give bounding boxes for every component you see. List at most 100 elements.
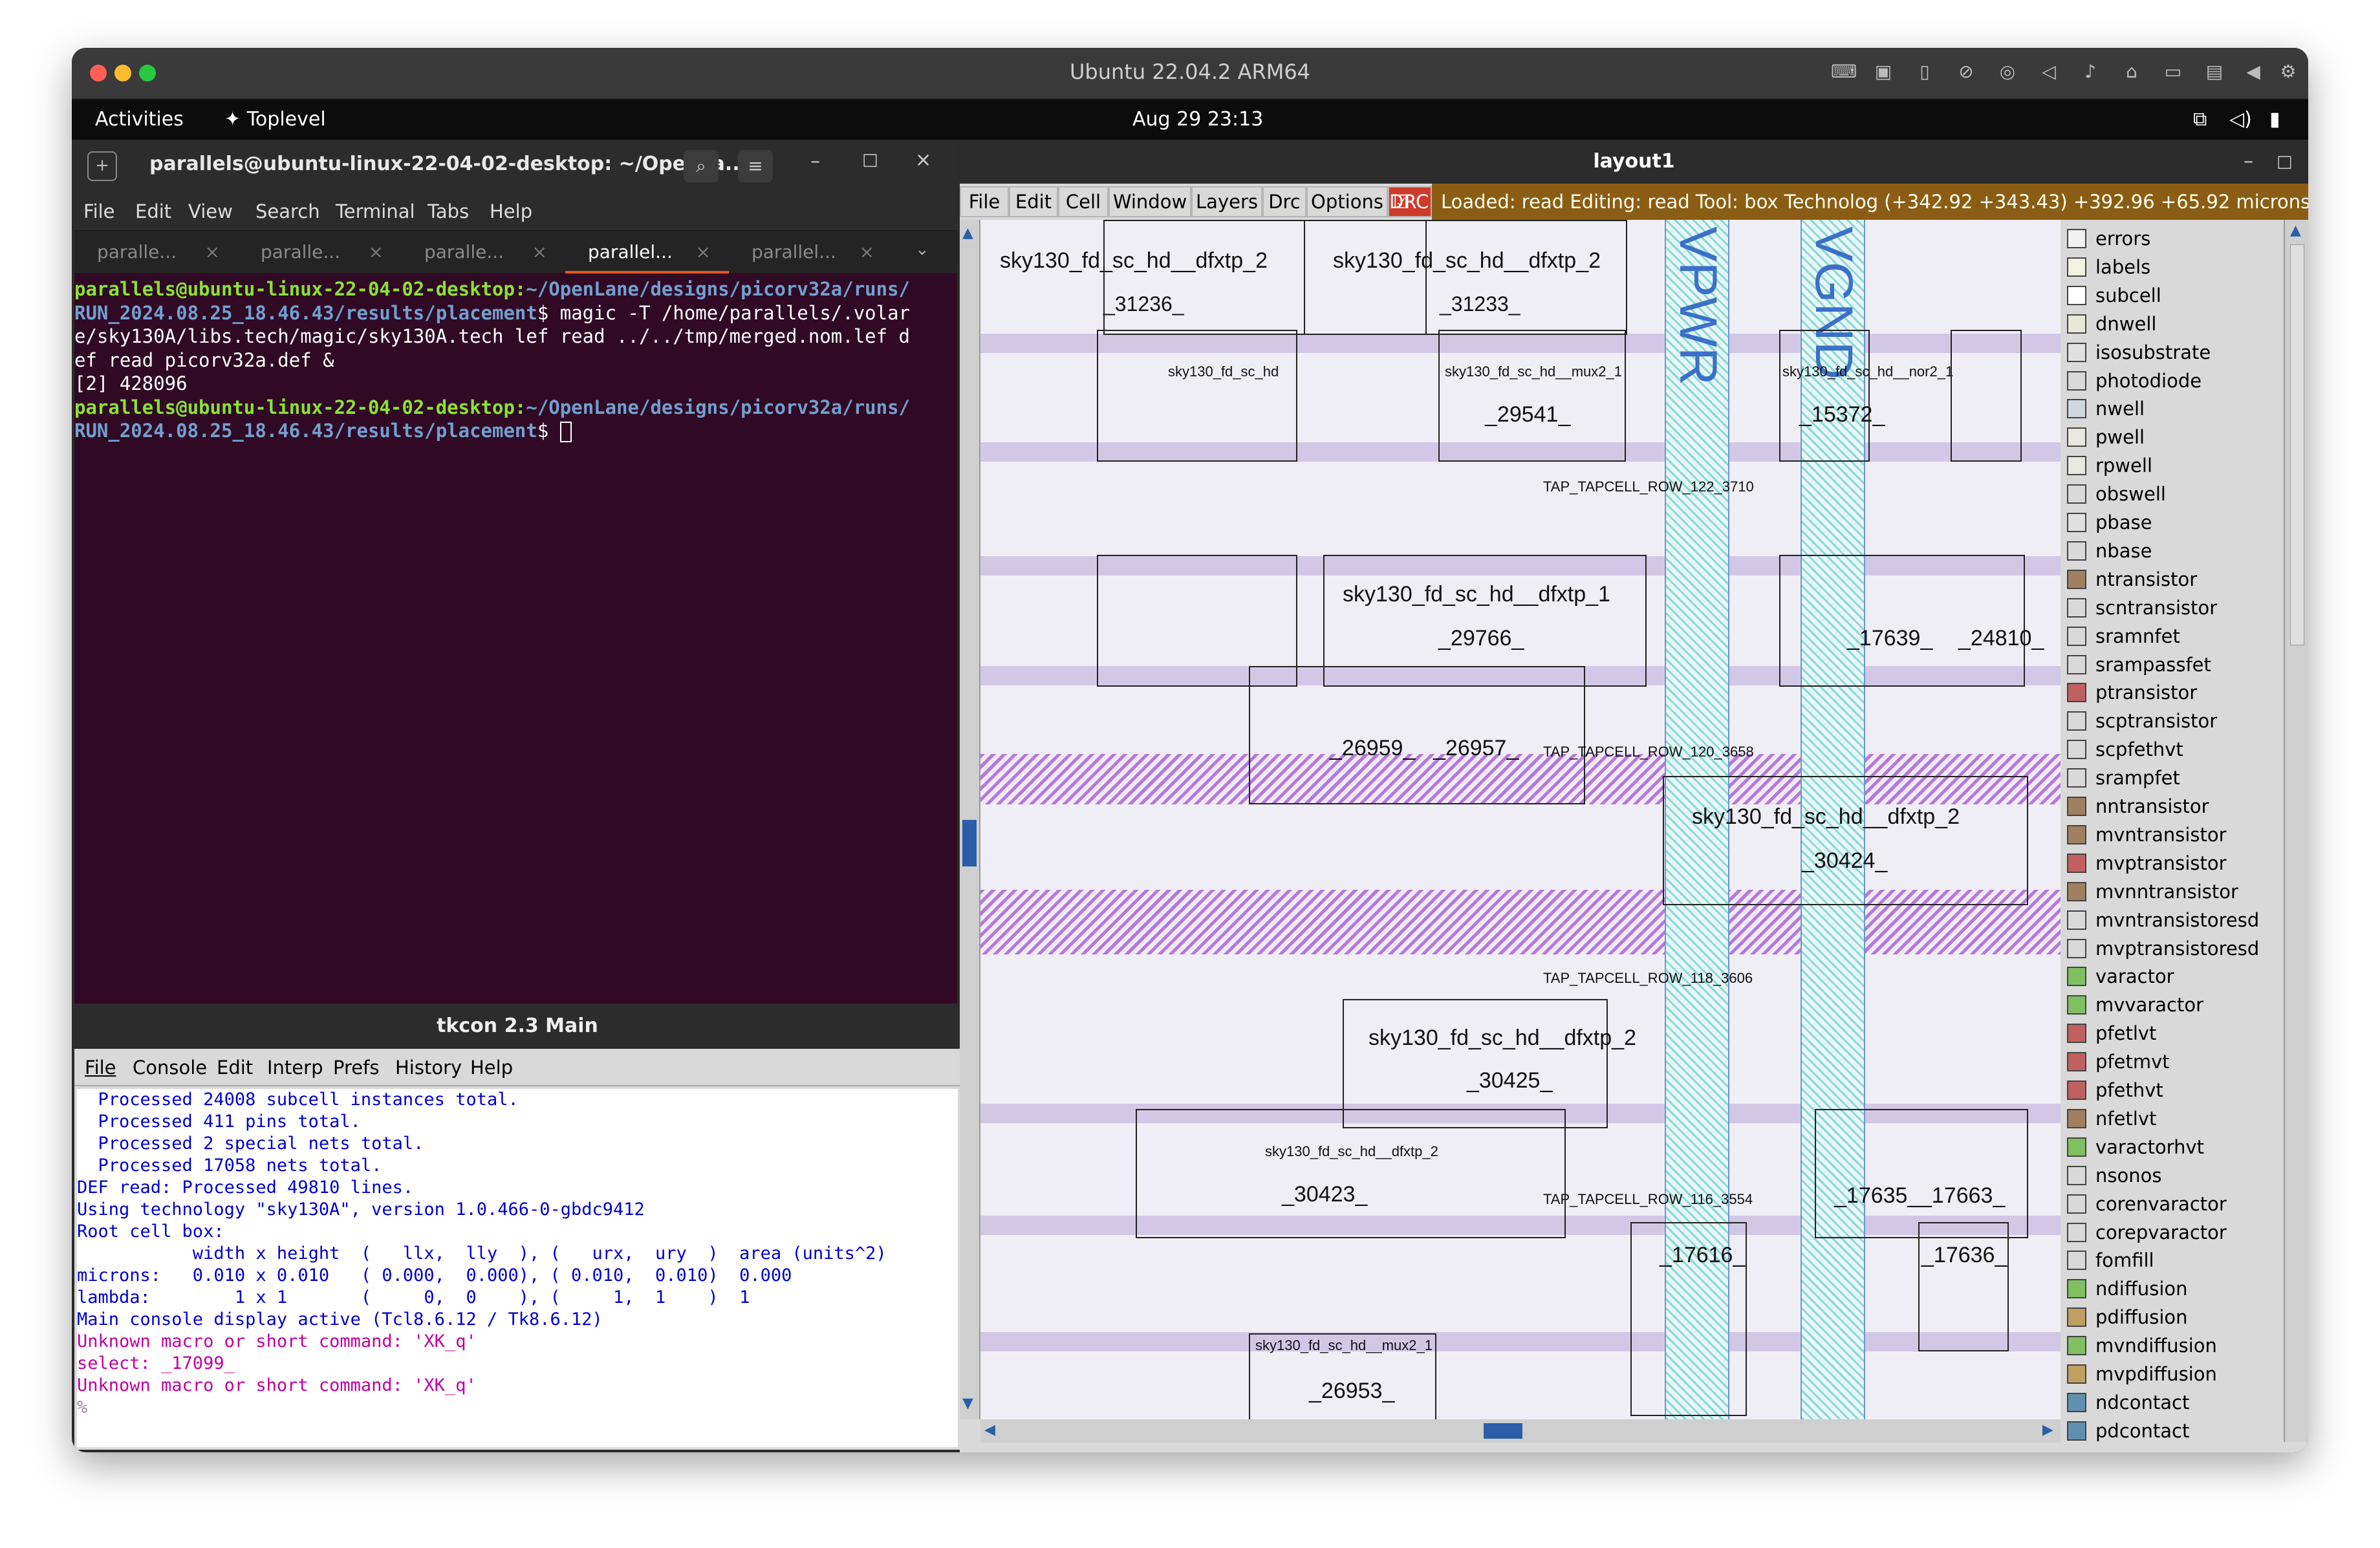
activities-button[interactable]: Activities [95,108,184,131]
microphone-icon[interactable]: ♪ [2079,61,2101,83]
speaker-icon[interactable]: ◁ [2038,61,2060,83]
layout-canvas[interactable]: VPWR VGND sky130_fd_sc_hd__dfxtp_2 _3123… [980,220,2061,1419]
hamburger-menu-icon[interactable]: ≡ [738,150,773,182]
layer-item-errors[interactable]: errors [2067,226,2280,251]
layer-item-mvntransistor[interactable]: mvntransistor [2067,822,2280,847]
network-icon[interactable]: ⧉ [2193,108,2207,131]
app-menu[interactable]: ✦ Toplevel [224,108,326,131]
close-tab-icon[interactable]: × [532,231,547,274]
maximize-icon[interactable]: □ [2277,140,2293,184]
layer-item-nbase[interactable]: nbase [2067,539,2280,563]
drc-toggle[interactable]: ☑ DRC [1388,186,1432,217]
std-cell[interactable] [1663,776,2028,905]
menu-view[interactable]: View [188,200,233,222]
layer-item-nwell[interactable]: nwell [2067,396,2280,421]
tk-menu-edit[interactable]: Edit [217,1057,253,1079]
tk-menu-history[interactable]: History [395,1057,462,1079]
layer-item-sramnfet[interactable]: sramnfet [2067,624,2280,649]
menu-tabs[interactable]: Tabs [427,200,469,222]
scroll-thumb[interactable] [962,820,977,866]
back-icon[interactable]: ◀ [2242,61,2264,83]
chevron-down-icon[interactable]: ⌄ [915,240,929,259]
close-tab-icon[interactable]: × [860,231,874,274]
menu-edit[interactable]: Edit [135,200,171,222]
layout-menu-window[interactable]: Window [1109,186,1191,217]
camera-off-icon[interactable]: ⊘ [1955,61,1977,83]
layout-menu-file[interactable]: File [960,186,1009,217]
layer-item-pbase[interactable]: pbase [2067,510,2280,535]
layer-item-mvvaractor[interactable]: mvvaractor [2067,993,2280,1017]
menu-terminal[interactable]: Terminal [336,200,415,222]
usb-icon[interactable]: ▯ [1914,61,1936,83]
layer-item-scpfethvt[interactable]: scpfethvt [2067,737,2280,762]
tk-menu-help[interactable]: Help [470,1057,513,1079]
scroll-left-icon[interactable]: ◀ [984,1422,995,1438]
layer-item-pfetmvt[interactable]: pfetmvt [2067,1049,2280,1074]
layout-menu-drc[interactable]: Drc [1262,186,1306,217]
layer-item-photodiode[interactable]: photodiode [2067,369,2280,393]
layer-item-mvptransistoresd[interactable]: mvptransistoresd [2067,936,2280,961]
layer-item-ptransistor[interactable]: ptransistor [2067,680,2280,705]
tk-menu-console[interactable]: Console [133,1057,207,1079]
layer-scrollbar[interactable]: ▲ [2284,220,2308,1442]
terminal-tab-active[interactable]: parallel... × [565,231,729,274]
search-icon[interactable]: ⌕ [684,150,719,182]
layer-item-nfetlvt[interactable]: nfetlvt [2067,1106,2280,1131]
layout-menu-edit[interactable]: Edit [1009,186,1058,217]
globe-icon[interactable]: ◎ [1996,61,2018,83]
layer-item-ndcontact[interactable]: ndcontact [2067,1390,2280,1415]
tk-menu-interp[interactable]: Interp [267,1057,323,1079]
std-cell[interactable] [1097,330,1297,462]
std-cell[interactable] [1951,330,2022,462]
layer-item-subcell[interactable]: subcell [2067,283,2280,308]
vertical-scrollbar[interactable]: ▲ ▼ [960,220,980,1419]
layout-menu-cell[interactable]: Cell [1058,186,1109,217]
layer-item-rpwell[interactable]: rpwell [2067,453,2280,478]
terminal-tab[interactable]: paralle... × [74,231,238,274]
layer-item-pdcontact[interactable]: pdcontact [2067,1419,2280,1443]
video-icon[interactable]: ▭ [2162,61,2184,83]
minimize-icon[interactable]: – [2244,140,2253,184]
layer-item-scntransistor[interactable]: scntransistor [2067,596,2280,620]
layer-item-corenvaractor[interactable]: corenvaractor [2067,1192,2280,1216]
tkcon-console[interactable]: Processed 24008 subcell instances total.… [77,1089,958,1447]
std-cell[interactable] [1249,666,1585,804]
disk-icon[interactable]: ⌂ [2121,61,2143,83]
scroll-up-icon[interactable]: ▲ [2290,222,2301,239]
layout-menu-layers[interactable]: Layers [1191,186,1262,217]
minimize-icon[interactable]: – [810,150,820,173]
scroll-right-icon[interactable]: ▶ [2042,1422,2053,1438]
layer-scroll-thumb[interactable] [2290,244,2304,645]
terminal-tab[interactable]: paralle... × [238,231,402,274]
maximize-icon[interactable]: □ [862,150,878,169]
std-cell[interactable] [1815,1109,2028,1238]
close-tab-icon[interactable]: × [205,231,220,274]
std-cell[interactable] [1304,220,1627,335]
layer-item-srampfet[interactable]: srampfet [2067,766,2280,790]
std-cell[interactable] [1438,330,1626,462]
terminal-tab[interactable]: paralle... × [402,231,565,274]
layer-item-ntransistor[interactable]: ntransistor [2067,567,2280,592]
clock[interactable]: Aug 29 23:13 [1132,108,1263,131]
close-icon[interactable]: × [915,149,931,171]
layer-item-pdiffusion[interactable]: pdiffusion [2067,1305,2280,1329]
folder-icon[interactable]: ▤ [2203,61,2225,83]
layer-item-varactor[interactable]: varactor [2067,964,2280,989]
layer-item-mvnntransistor[interactable]: mvnntransistor [2067,879,2280,904]
layer-item-ndiffusion[interactable]: ndiffusion [2067,1276,2280,1301]
layer-item-labels[interactable]: labels [2067,255,2280,279]
layer-item-mvndiffusion[interactable]: mvndiffusion [2067,1333,2280,1358]
horizontal-scrollbar[interactable]: ◀ ▶ [980,1419,2061,1443]
std-cell[interactable] [1918,1222,2009,1351]
layer-item-nntransistor[interactable]: nntransistor [2067,794,2280,819]
tk-menu-prefs[interactable]: Prefs [333,1057,379,1079]
terminal-output[interactable]: parallels@ubuntu-linux-22-04-02-desktop:… [74,277,957,443]
close-tab-icon[interactable]: × [696,231,711,274]
layer-item-fomfill[interactable]: fomfill [2067,1248,2280,1273]
tk-menu-file[interactable]: File [85,1057,116,1079]
menu-file[interactable]: File [83,200,115,222]
layer-item-mvntransistoresd[interactable]: mvntransistoresd [2067,908,2280,932]
keyboard-icon[interactable]: ⌨ [1831,61,1857,83]
std-cell[interactable] [1136,1109,1566,1238]
layer-item-varactorhvt[interactable]: varactorhvt [2067,1135,2280,1159]
